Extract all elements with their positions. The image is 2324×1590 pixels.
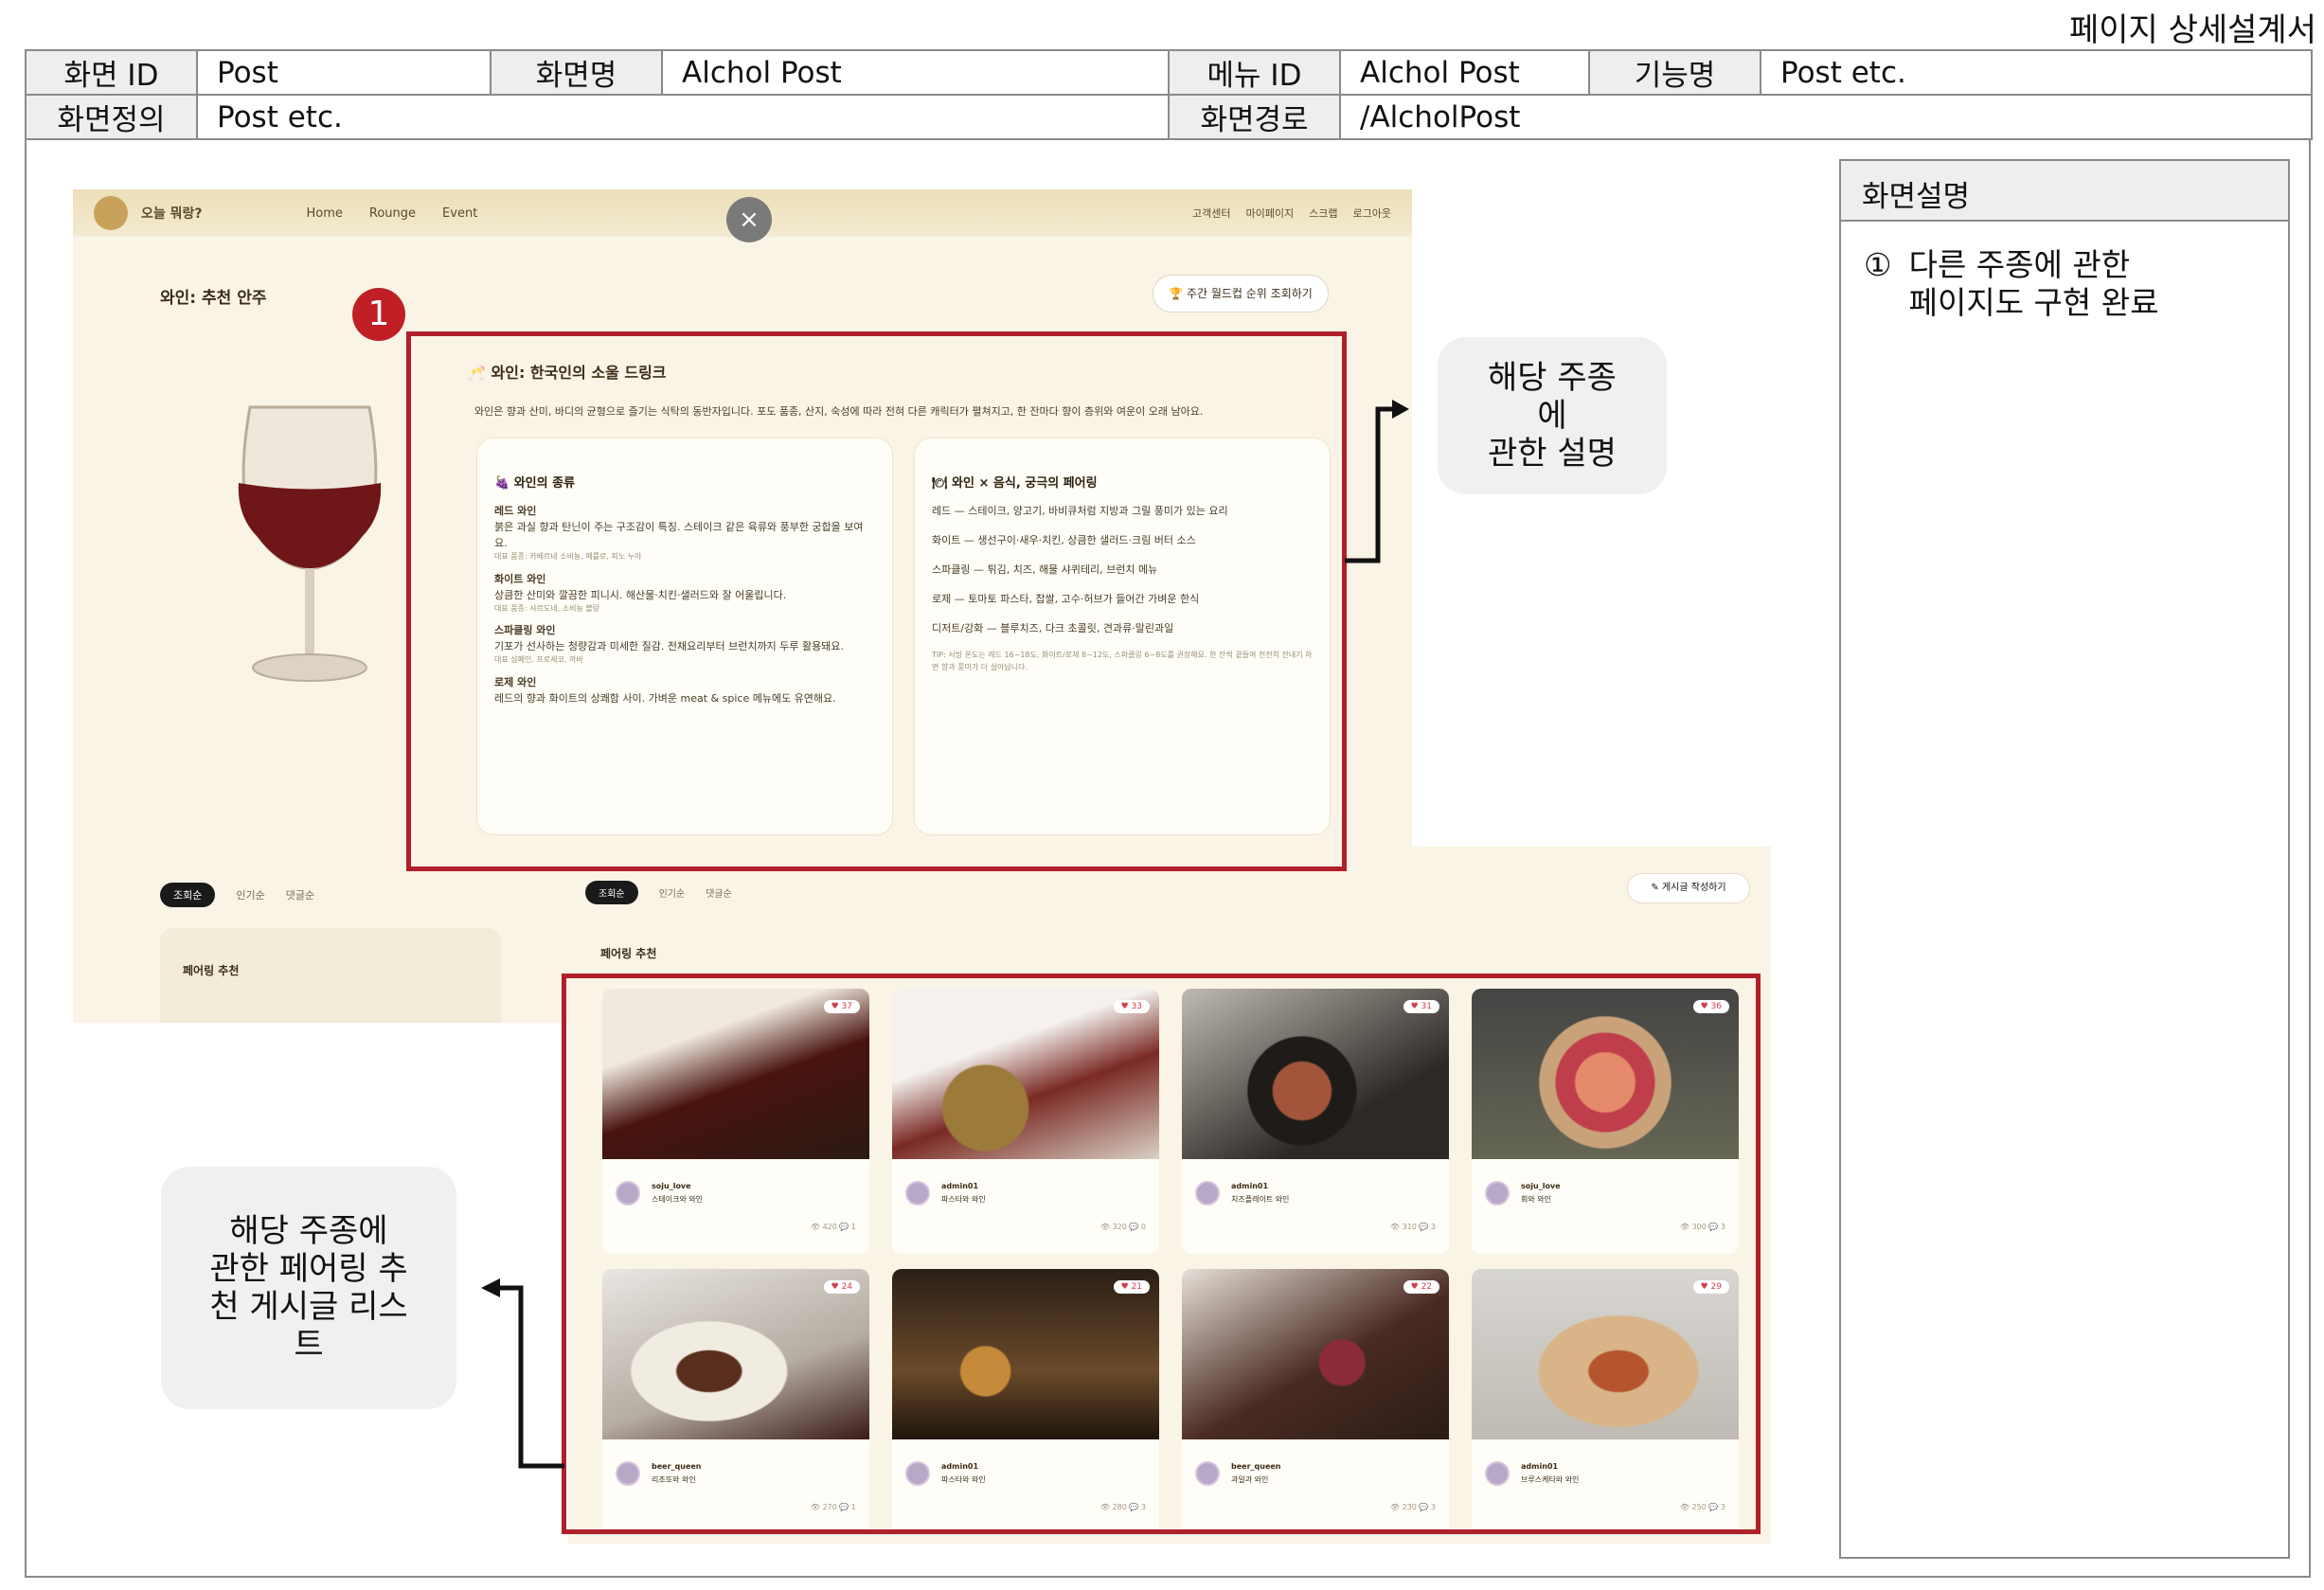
annotation-badge: 1	[352, 288, 405, 341]
close-button[interactable]: ×	[726, 197, 772, 242]
rank-button[interactable]: 🏆 주간 월드컵 순위 조회하기	[1153, 275, 1329, 313]
path-label: 화면경로	[1168, 94, 1341, 140]
write-post-label: 게시글 작성하기	[1661, 883, 1726, 893]
callout-posts-line3: 천 게시글 리스	[209, 1288, 408, 1326]
screen-id-label: 화면 ID	[25, 49, 198, 96]
callout-description-line3: 관한 설명	[1488, 435, 1617, 473]
callout-description-line2: 에	[1537, 397, 1567, 435]
sort-tabs-2: 조회순 인기순 댓글순	[585, 881, 732, 904]
page-heading: 와인: 추천 안주	[160, 289, 267, 308]
arrow-left-connector	[481, 1278, 564, 1469]
callout-posts-line1: 해당 주종에	[229, 1212, 388, 1250]
description-number: ①	[1864, 246, 1892, 283]
pencil-icon: ✎	[1651, 883, 1662, 893]
tab-popular-2[interactable]: 인기순	[659, 885, 686, 900]
callout-description: 해당 주종 에 관한 설명	[1438, 337, 1667, 494]
nav-home[interactable]: Home	[307, 206, 343, 221]
nav-scrap[interactable]: 스크랩	[1309, 205, 1337, 221]
definition-value: Post etc.	[196, 94, 1170, 140]
header-table: 화면 ID Post 화면명 Alchol Post 메뉴 ID Alchol …	[25, 49, 2313, 140]
callout-posts: 해당 주종에 관한 페어링 추 천 게시글 리스 트	[161, 1167, 456, 1409]
callout-posts-line2: 관한 페어링 추	[209, 1250, 408, 1288]
tab-comments[interactable]: 댓글순	[286, 887, 314, 902]
sort-tabs: 조회순 인기순 댓글순	[160, 883, 314, 907]
nav-mypage[interactable]: 마이페이지	[1246, 205, 1295, 221]
screen-id-value: Post	[196, 49, 492, 96]
menu-id-label: 메뉴 ID	[1168, 49, 1341, 96]
nav-support[interactable]: 고객센터	[1192, 205, 1230, 221]
highlight-box-posts	[562, 974, 1761, 1534]
pairing-section-heading: 페어링 추천	[183, 964, 240, 977]
function-label: 기능명	[1588, 49, 1761, 96]
screen-name-label: 화면명	[490, 49, 663, 96]
trophy-icon: 🏆	[1169, 287, 1187, 300]
tab-comments-2[interactable]: 댓글순	[706, 885, 732, 900]
description-text-2: 페이지도 구현 완료	[1908, 284, 2159, 321]
brand-name[interactable]: 오늘 뭐랑?	[141, 204, 203, 223]
description-item: ① 다른 주종에 관한 페이지도 구현 완료	[1841, 222, 2288, 347]
menu-id-value: Alchol Post	[1339, 49, 1590, 96]
tab-popular[interactable]: 인기순	[236, 887, 264, 902]
pairing-heading-2: 페어링 추천	[600, 947, 657, 960]
screen-name-value: Alchol Post	[661, 49, 1170, 96]
rank-button-label: 주간 월드컵 순위 조회하기	[1186, 287, 1313, 300]
highlight-box-description	[406, 331, 1347, 871]
document-title: 페이지 상세설계서	[2068, 11, 2316, 49]
description-text-1: 다른 주종에 관한	[1908, 246, 2131, 283]
pairing-section: 페어링 추천	[160, 928, 501, 1023]
nav-event[interactable]: Event	[442, 206, 477, 221]
description-heading: 화면설명	[1841, 161, 2288, 222]
tab-views[interactable]: 조회순	[160, 883, 216, 907]
wine-glass-icon	[238, 405, 382, 682]
write-post-button[interactable]: ✎ 게시글 작성하기	[1627, 873, 1750, 903]
callout-posts-line4: 트	[294, 1326, 324, 1364]
logo-icon[interactable]	[94, 196, 128, 230]
description-panel: 화면설명 ① 다른 주종에 관한 페이지도 구현 완료	[1839, 159, 2290, 1559]
arrow-right-connector	[1345, 400, 1409, 563]
function-value: Post etc.	[1760, 49, 2313, 96]
definition-label: 화면정의	[25, 94, 198, 140]
nav-rounge[interactable]: Rounge	[369, 206, 416, 221]
callout-description-line1: 해당 주종	[1488, 359, 1617, 397]
tab-views-2[interactable]: 조회순	[585, 881, 638, 904]
nav-logout[interactable]: 로그아웃	[1353, 205, 1391, 221]
path-value: /AlcholPost	[1339, 94, 2313, 140]
